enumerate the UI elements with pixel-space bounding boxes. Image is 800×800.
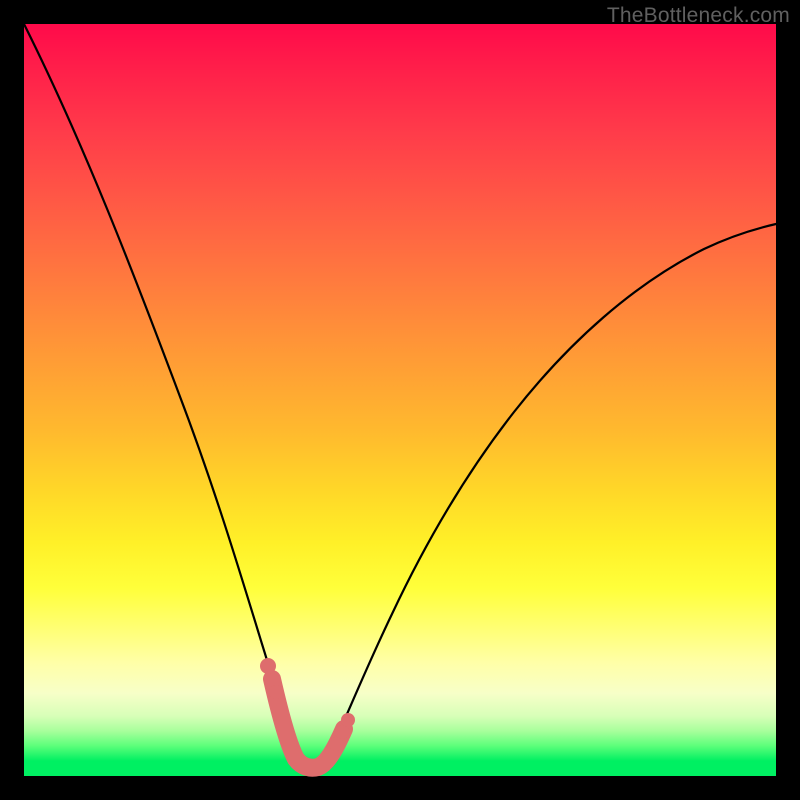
highlight-dot: [329, 737, 343, 751]
highlight-dot: [260, 658, 276, 674]
highlight-dot: [341, 713, 355, 727]
plot-area: [24, 24, 776, 776]
chart-frame: TheBottleneck.com: [0, 0, 800, 800]
highlight-dot: [269, 685, 283, 699]
highlight-dot: [335, 725, 349, 739]
curve-layer: [24, 24, 776, 776]
bottleneck-curve: [24, 24, 776, 769]
watermark-text: TheBottleneck.com: [607, 4, 790, 28]
